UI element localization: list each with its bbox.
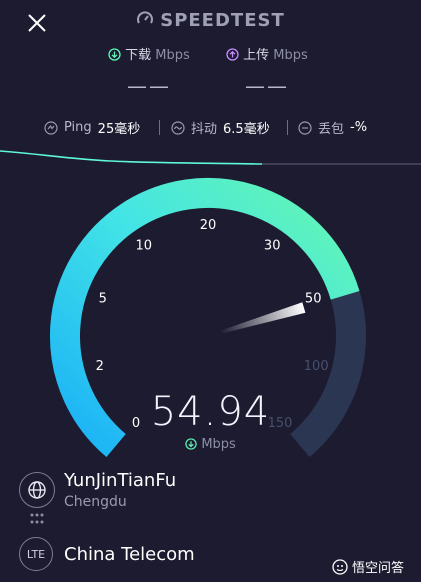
- gauge-tick-label: 50: [305, 292, 322, 307]
- download-label: 下载 Mbps: [108, 44, 190, 63]
- upload-value: ——: [245, 74, 289, 98]
- current-speed-value: 54.94: [150, 389, 271, 435]
- metrics-row: Ping 25毫秒 抖动 6.5毫秒 丢包 -%: [0, 118, 421, 138]
- download-icon: [108, 48, 121, 61]
- gauge-tick-label: 5: [99, 292, 107, 307]
- lte-badge-icon: LTE: [19, 537, 53, 571]
- jitter-icon: [171, 120, 185, 135]
- ping-metric: Ping 25毫秒: [44, 118, 140, 137]
- packet-loss-icon: [298, 120, 312, 135]
- wukong-logo-icon: [332, 558, 348, 575]
- gauge-needle: [219, 302, 306, 334]
- jitter-metric: 抖动 6.5毫秒: [171, 118, 270, 137]
- loss-metric: 丢包 -%: [298, 118, 367, 137]
- download-icon: [185, 438, 197, 450]
- gauge-tick-label: 100: [304, 359, 329, 374]
- speedometer-icon: [137, 11, 154, 24]
- gauge-tick-label: 20: [200, 218, 217, 233]
- upload-label: 上传 Mbps: [226, 44, 308, 63]
- ping-icon: [44, 120, 58, 135]
- app-title: SPEEDTEST: [0, 10, 421, 31]
- upload-icon: [226, 48, 239, 61]
- gauge-tick-label: 10: [136, 238, 153, 253]
- current-speed-unit: Mbps: [0, 437, 421, 452]
- globe-icon: [28, 481, 46, 499]
- server-name[interactable]: YunJinTianFu: [64, 470, 176, 491]
- divider: [287, 120, 288, 135]
- gauge-tick-label: 2: [96, 359, 104, 374]
- connection-dots-icon: [30, 513, 44, 524]
- watermark: 悟空问答: [332, 557, 404, 576]
- gauge-tick-label: 30: [264, 238, 281, 253]
- divider: [159, 120, 160, 135]
- brand-text: SPEEDTEST: [160, 10, 285, 31]
- server-city: Chengdu: [64, 494, 127, 510]
- isp-name: China Telecom: [64, 544, 195, 565]
- download-value: ——: [127, 74, 171, 98]
- server-icon-button[interactable]: [19, 472, 55, 508]
